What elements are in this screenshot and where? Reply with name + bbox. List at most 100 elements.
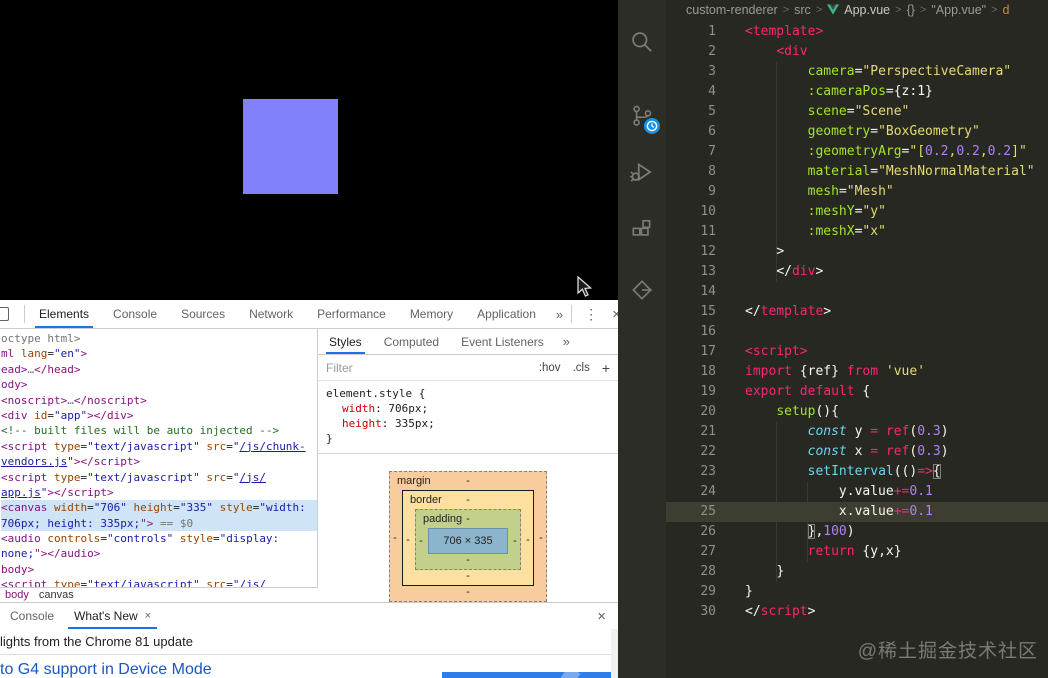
margin-bottom-value: -: [466, 586, 470, 598]
devtools-tab-performance[interactable]: Performance: [305, 300, 398, 328]
line-number: 21: [700, 424, 716, 439]
toolbar-divider: [571, 305, 573, 323]
code-line-3[interactable]: 3 camera="PerspectiveCamera": [666, 62, 1048, 82]
css-property[interactable]: height: 335px;: [326, 416, 610, 431]
rendered-page-viewport[interactable]: [0, 0, 618, 300]
dom-tree-row[interactable]: vendors.js"></script>: [1, 454, 317, 469]
dom-tree-row[interactable]: <!-- built files will be auto injected -…: [1, 423, 317, 438]
code-line-24[interactable]: 24 y.value+=0.1: [666, 482, 1048, 502]
dom-tree-row[interactable]: ead>…</head>: [1, 362, 317, 377]
run-debug-icon[interactable]: [618, 148, 666, 196]
code-line-14[interactable]: 14: [666, 282, 1048, 302]
dom-tree-row[interactable]: <noscript>…</noscript>: [1, 393, 317, 408]
code-line-11[interactable]: 11 :meshX="x": [666, 222, 1048, 242]
box-model-border: border - - padding - - 706 × 335 - - - -: [402, 490, 534, 586]
hov-toggle[interactable]: :hov: [539, 362, 561, 374]
extensions-icon[interactable]: [618, 206, 666, 254]
dom-tree-row[interactable]: none;"></audio>: [1, 546, 317, 561]
devtools-tab-sources[interactable]: Sources: [169, 300, 237, 328]
devtools-tab-elements[interactable]: Elements: [27, 300, 101, 328]
dom-tree-row[interactable]: app.js"></script>: [1, 485, 317, 500]
dom-tree-row[interactable]: ml lang="en">: [1, 346, 317, 361]
devtools-tab-memory[interactable]: Memory: [398, 300, 465, 328]
tab-close-icon[interactable]: ×: [145, 610, 151, 622]
code-line-25[interactable]: 25 x.value+=0.1: [666, 502, 1048, 522]
devtools-tab-console[interactable]: Console: [101, 300, 169, 328]
code-line-20[interactable]: 20 setup(){: [666, 402, 1048, 422]
css-property[interactable]: width: 706px;: [326, 401, 610, 416]
dom-tree-row[interactable]: <script type="text/javascript" src="/js/: [1, 470, 317, 485]
dom-tree-row[interactable]: octype html>: [1, 331, 317, 346]
code-line-28[interactable]: 28 }: [666, 562, 1048, 582]
device-toolbar-icon[interactable]: [0, 300, 24, 328]
margin-left-value: -: [393, 532, 397, 544]
cls-toggle[interactable]: .cls: [573, 362, 590, 374]
breadcrumb-item-custom-renderer[interactable]: custom-renderer: [686, 3, 778, 17]
dom-tree-row[interactable]: <script type="text/javascript" src="/js/…: [1, 439, 317, 454]
breadcrumb-item-app-vue[interactable]: App.vue: [844, 3, 890, 17]
code-line-7[interactable]: 7 :geometryArg="[0.2,0.2,0.2]": [666, 142, 1048, 162]
drawer-tab-console[interactable]: Console: [0, 603, 64, 629]
styles-tab-computed[interactable]: Computed: [373, 329, 450, 354]
line-number: 22: [700, 444, 716, 459]
devtools-close-icon[interactable]: ×: [608, 306, 618, 323]
line-number: 24: [700, 484, 716, 499]
code-line-29[interactable]: 29}: [666, 582, 1048, 602]
code-line-22[interactable]: 22 const x = ref(0.3): [666, 442, 1048, 462]
code-line-4[interactable]: 4 :cameraPos={z:1}: [666, 82, 1048, 102]
code-line-1[interactable]: 1 <template>: [666, 22, 1048, 42]
drawer-tab-what-s-new[interactable]: What's New ×: [64, 603, 161, 629]
dom-tree-row[interactable]: 706px; height: 335px;"> == $0: [1, 515, 317, 532]
code-line-5[interactable]: 5 scene="Scene": [666, 102, 1048, 122]
rule-selector[interactable]: element.style {: [326, 386, 610, 401]
kebab-menu-icon[interactable]: ⋮: [574, 306, 608, 323]
code-line-16[interactable]: 16: [666, 322, 1048, 342]
styles-more-icon[interactable]: »: [555, 334, 578, 349]
code-line-18[interactable]: 18 import {ref} from 'vue': [666, 362, 1048, 382]
devtools-panel: Elements Console Sources Network Performance…: [0, 300, 618, 678]
breadcrumb-body[interactable]: body: [5, 589, 29, 601]
code-line-9[interactable]: 9 mesh="Mesh": [666, 182, 1048, 202]
code-line-27[interactable]: 27 return {y,x}: [666, 542, 1048, 562]
breadcrumb-item--[interactable]: {}: [907, 3, 915, 17]
more-tabs-icon[interactable]: »: [548, 307, 571, 322]
breadcrumb-item-src[interactable]: src: [794, 3, 811, 17]
search-icon[interactable]: [618, 18, 666, 66]
styles-tab-styles[interactable]: Styles: [318, 329, 373, 354]
dom-tree-row[interactable]: ody>: [1, 377, 317, 392]
styles-tab-event-listeners[interactable]: Event Listeners: [450, 329, 555, 354]
breadcrumb-item-d[interactable]: d: [1003, 3, 1010, 17]
code-line-2[interactable]: 2 <div: [666, 42, 1048, 62]
new-style-rule-button[interactable]: +: [602, 360, 610, 376]
code-line-10[interactable]: 10 :meshY="y": [666, 202, 1048, 222]
dom-tree-row[interactable]: <script type="text/javascript" src="/js/: [1, 577, 317, 587]
code-line-23[interactable]: 23 setInterval(()=>{: [666, 462, 1048, 482]
code-line-12[interactable]: 12 >: [666, 242, 1048, 262]
code-line-15[interactable]: 15 </template>: [666, 302, 1048, 322]
code-line-19[interactable]: 19 export default {: [666, 382, 1048, 402]
source-control-icon[interactable]: [618, 92, 666, 140]
code-content[interactable]: 1 <template> 2 <div 3 camera="PerspectiveCa…: [666, 20, 1048, 622]
code-line-21[interactable]: 21 const y = ref(0.3): [666, 422, 1048, 442]
devtools-tab-network[interactable]: Network: [237, 300, 305, 328]
drawer-scrollbar[interactable]: [611, 629, 618, 678]
code-line-26[interactable]: 26 },100): [666, 522, 1048, 542]
devtools-tab-application[interactable]: Application: [465, 300, 548, 328]
code-line-8[interactable]: 8 material="MeshNormalMaterial": [666, 162, 1048, 182]
filter-input[interactable]: Filter: [326, 361, 353, 375]
breadcrumb-canvas[interactable]: canvas: [39, 589, 74, 601]
custom-extension-icon[interactable]: [618, 266, 666, 314]
dom-tree-row[interactable]: <audio controls="controls" style="displa…: [1, 531, 317, 546]
code-line-13[interactable]: 13 </div>: [666, 262, 1048, 282]
drawer-close-icon[interactable]: ×: [585, 608, 618, 625]
activity-bar: [618, 0, 666, 678]
code-line-30[interactable]: 30 </script>: [666, 602, 1048, 622]
dom-tree-row[interactable]: <canvas width="706" height="335" style="…: [1, 500, 317, 516]
whats-new-message: lights from the Chrome 81 update: [0, 634, 193, 649]
code-line-17[interactable]: 17 <script>: [666, 342, 1048, 362]
dom-tree-row[interactable]: <div id="app"></div>: [1, 408, 317, 423]
dom-tree-row[interactable]: body>: [1, 562, 317, 577]
code-line-6[interactable]: 6 geometry="BoxGeometry": [666, 122, 1048, 142]
breadcrumb-item--app-vue-[interactable]: "App.vue": [931, 3, 986, 17]
whats-new-link[interactable]: to G4 support in Device Mode: [0, 661, 212, 678]
